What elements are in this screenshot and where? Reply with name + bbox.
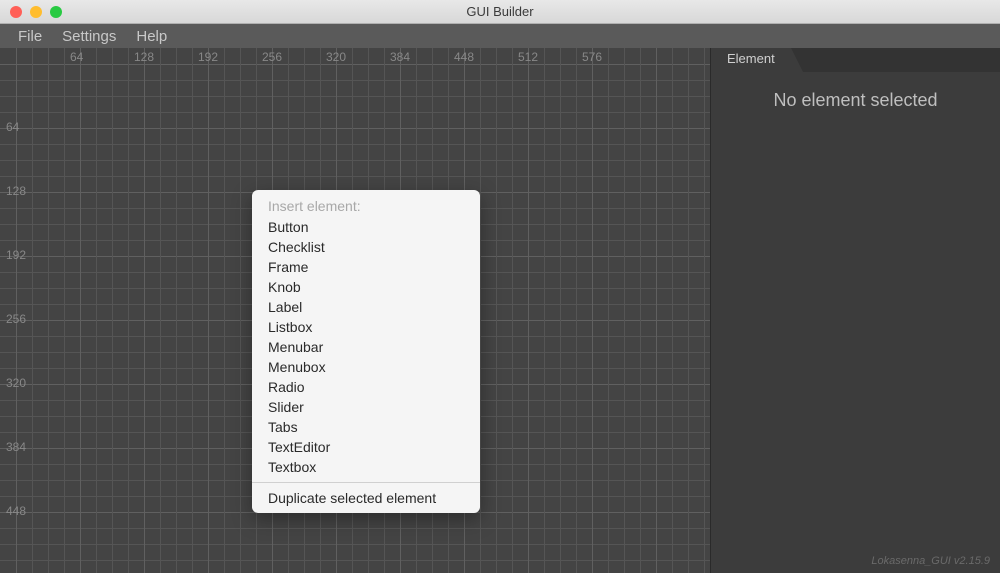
- menu-help[interactable]: Help: [126, 28, 177, 45]
- grid-line: [592, 48, 593, 573]
- footer-credit: Lokasenna_GUI v2.15.9: [871, 555, 990, 567]
- grid-line: [528, 48, 529, 573]
- context-menu-header: Insert element:: [252, 195, 480, 217]
- grid-line: [608, 48, 609, 573]
- ruler-h-label: 192: [198, 50, 218, 64]
- grid-line: [240, 48, 241, 573]
- cm-item-duplicate[interactable]: Duplicate selected element: [252, 488, 480, 508]
- grid-line: [0, 176, 710, 177]
- ruler-h-label: 512: [518, 50, 538, 64]
- grid-line: [224, 48, 225, 573]
- ruler-h-label: 256: [262, 50, 282, 64]
- traffic-lights: [10, 6, 62, 18]
- cm-item-listbox[interactable]: Listbox: [252, 317, 480, 337]
- grid-line: [0, 128, 710, 129]
- context-menu-separator: [252, 482, 480, 483]
- minimize-window-button[interactable]: [30, 6, 42, 18]
- panel-message: No element selected: [711, 72, 1000, 111]
- ruler-h-label: 64: [70, 50, 83, 64]
- ruler-h-label: 320: [326, 50, 346, 64]
- grid-line: [96, 48, 97, 573]
- grid-line: [512, 48, 513, 573]
- ruler-h-label: 384: [390, 50, 410, 64]
- grid-line: [64, 48, 65, 573]
- grid-line: [576, 48, 577, 573]
- ruler-v-label: 320: [6, 376, 26, 390]
- grid-line: [160, 48, 161, 573]
- grid-line: [0, 80, 710, 81]
- ruler-v-label: 448: [6, 504, 26, 518]
- grid-line: [192, 48, 193, 573]
- grid-line: [0, 160, 710, 161]
- side-panel: Element No element selected Lokasenna_GU…: [710, 48, 1000, 573]
- cm-item-frame[interactable]: Frame: [252, 257, 480, 277]
- workspace: Insert element: Button Checklist Frame K…: [0, 48, 1000, 573]
- panel-tab-element[interactable]: Element: [711, 48, 791, 72]
- ruler-h-label: 576: [582, 50, 602, 64]
- cm-item-tabs[interactable]: Tabs: [252, 417, 480, 437]
- cm-item-slider[interactable]: Slider: [252, 397, 480, 417]
- grid-line: [0, 64, 710, 65]
- grid-line: [688, 48, 689, 573]
- grid-line: [672, 48, 673, 573]
- cm-item-menubar[interactable]: Menubar: [252, 337, 480, 357]
- grid-line: [32, 48, 33, 573]
- grid-line: [496, 48, 497, 573]
- ruler-v-label: 192: [6, 248, 26, 262]
- grid-line: [176, 48, 177, 573]
- ruler-v-label: 384: [6, 440, 26, 454]
- grid-line: [208, 48, 209, 573]
- menu-settings[interactable]: Settings: [52, 28, 126, 45]
- cm-item-knob[interactable]: Knob: [252, 277, 480, 297]
- ruler-v-label: 256: [6, 312, 26, 326]
- grid-line: [704, 48, 705, 573]
- cm-item-checklist[interactable]: Checklist: [252, 237, 480, 257]
- grid-line: [656, 48, 657, 573]
- canvas-area[interactable]: Insert element: Button Checklist Frame K…: [0, 48, 710, 573]
- cm-item-radio[interactable]: Radio: [252, 377, 480, 397]
- grid-line: [80, 48, 81, 573]
- grid-line: [0, 96, 710, 97]
- grid-line: [544, 48, 545, 573]
- grid-line: [640, 48, 641, 573]
- grid-line: [112, 48, 113, 573]
- grid-line: [0, 112, 710, 113]
- cm-item-texteditor[interactable]: TextEditor: [252, 437, 480, 457]
- grid-line: [144, 48, 145, 573]
- grid-line: [0, 528, 710, 529]
- ruler-v-label: 128: [6, 184, 26, 198]
- window-titlebar: GUI Builder: [0, 0, 1000, 24]
- grid-line: [128, 48, 129, 573]
- maximize-window-button[interactable]: [50, 6, 62, 18]
- grid-line: [480, 48, 481, 573]
- grid-line: [624, 48, 625, 573]
- menubar: File Settings Help: [0, 24, 1000, 48]
- grid-line: [0, 560, 710, 561]
- grid-line: [560, 48, 561, 573]
- cm-item-label[interactable]: Label: [252, 297, 480, 317]
- ruler-h-label: 448: [454, 50, 474, 64]
- cm-item-menubox[interactable]: Menubox: [252, 357, 480, 377]
- cm-item-textbox[interactable]: Textbox: [252, 457, 480, 477]
- grid-line: [0, 544, 710, 545]
- context-menu: Insert element: Button Checklist Frame K…: [252, 190, 480, 513]
- menu-file[interactable]: File: [8, 28, 52, 45]
- grid-line: [0, 144, 710, 145]
- ruler-h-label: 128: [134, 50, 154, 64]
- close-window-button[interactable]: [10, 6, 22, 18]
- cm-item-button[interactable]: Button: [252, 217, 480, 237]
- grid-line: [48, 48, 49, 573]
- ruler-v-label: 64: [6, 120, 19, 134]
- window-title: GUI Builder: [0, 4, 1000, 19]
- panel-tab-row: Element: [711, 48, 1000, 72]
